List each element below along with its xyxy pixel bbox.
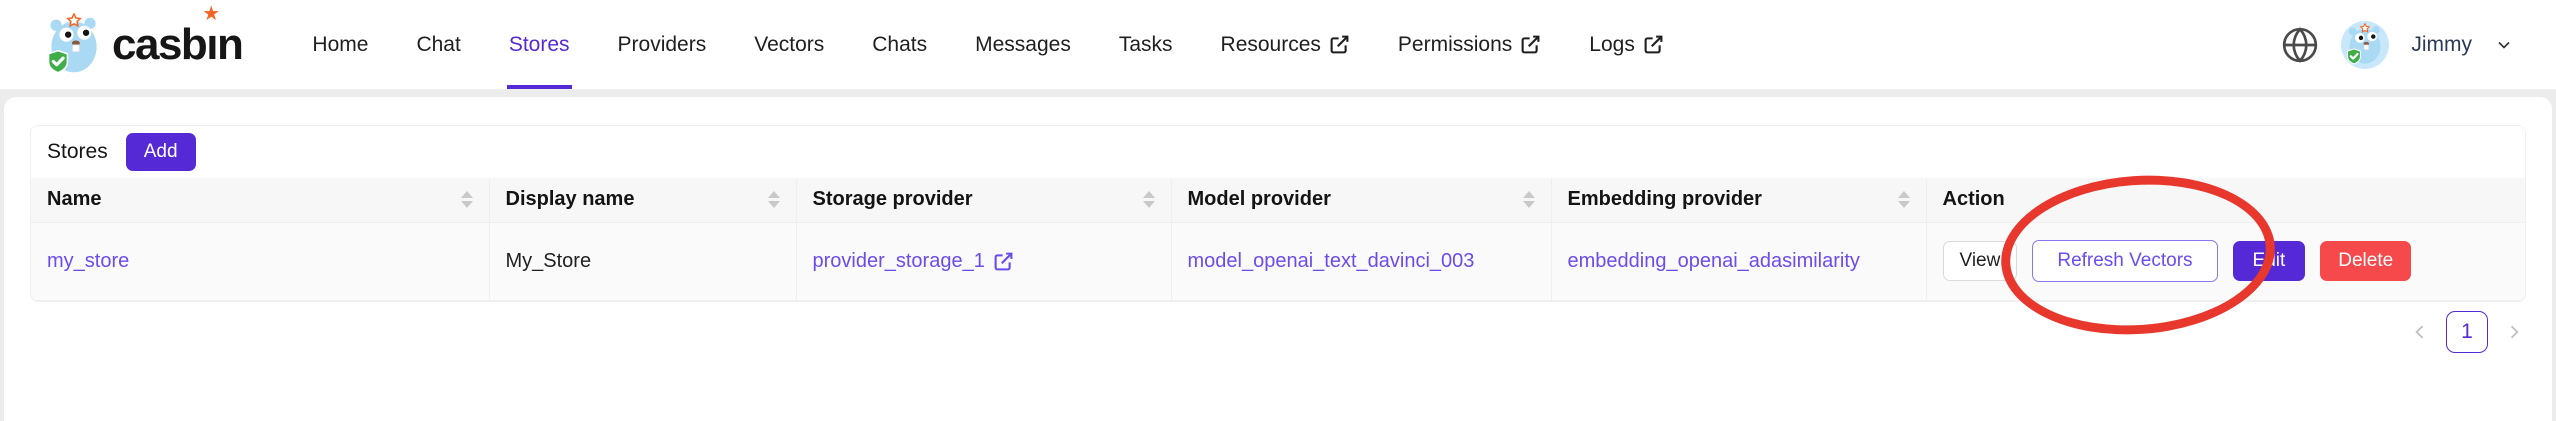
table-header-row: Name Display name Storage provider Model… (31, 178, 2525, 222)
cell-embedding-provider: embedding_openai_adasimilarity (1551, 222, 1926, 300)
external-link-icon (1520, 34, 1541, 55)
cell-name: my_store (31, 222, 489, 300)
sort-icons[interactable] (1898, 191, 1910, 208)
external-link-icon (993, 251, 1014, 272)
column-label: Model provider (1188, 188, 1331, 211)
header-right: Jimmy (2281, 21, 2514, 69)
nav-item-label: Permissions (1398, 33, 1512, 57)
brand-name: casb★ın (112, 23, 242, 67)
user-avatar[interactable] (2341, 21, 2389, 69)
chevron-down-icon[interactable] (2494, 35, 2514, 55)
prev-page-icon[interactable] (2410, 322, 2430, 342)
add-button[interactable]: Add (126, 133, 196, 171)
next-page-icon[interactable] (2504, 322, 2524, 342)
nav-item-resources[interactable]: Resources (1197, 0, 1374, 89)
nav-item-label: Chat (416, 33, 460, 57)
logo-star-icon: ★ (202, 4, 218, 24)
sort-icons[interactable] (1143, 191, 1155, 208)
nav-item-permissions[interactable]: Permissions (1374, 0, 1565, 89)
nav-item-chats[interactable]: Chats (848, 0, 951, 89)
external-link-icon (1329, 34, 1350, 55)
column-header-name[interactable]: Name (31, 178, 489, 222)
nav-item-providers[interactable]: Providers (594, 0, 731, 89)
pagination: 1 (2410, 311, 2524, 353)
nav-item-label: Home (312, 33, 368, 57)
refresh-vectors-button[interactable]: Refresh Vectors (2032, 240, 2217, 282)
sort-icons[interactable] (461, 191, 473, 208)
edit-button[interactable]: Edit (2233, 241, 2306, 281)
nav-item-label: Vectors (754, 33, 824, 57)
nav-item-vectors[interactable]: Vectors (730, 0, 848, 89)
nav-item-label: Resources (1221, 33, 1321, 57)
sort-icons[interactable] (1523, 191, 1535, 208)
store-name-link[interactable]: my_store (47, 250, 129, 273)
column-header-display-name[interactable]: Display name (489, 178, 796, 222)
nav-item-messages[interactable]: Messages (951, 0, 1095, 89)
column-header-action: Action (1926, 178, 2525, 222)
nav-item-stores[interactable]: Stores (485, 0, 594, 89)
column-header-storage-provider[interactable]: Storage provider (796, 178, 1171, 222)
delete-button[interactable]: Delete (2320, 241, 2411, 281)
nav-item-label: Logs (1589, 33, 1635, 57)
embedding-provider-link[interactable]: embedding_openai_adasimilarity (1568, 250, 1860, 273)
table-toolbar: Stores Add (31, 126, 2525, 178)
cell-storage-provider: provider_storage_1 (796, 222, 1171, 300)
nav-item-label: Stores (509, 33, 570, 57)
top-navbar: casb★ın Home Chat Stores Providers Vecto… (0, 0, 2556, 90)
nav-item-tasks[interactable]: Tasks (1095, 0, 1197, 89)
sort-icons[interactable] (768, 191, 780, 208)
username[interactable]: Jimmy (2411, 33, 2472, 57)
view-button[interactable]: View (1943, 241, 2018, 281)
content-panel: Stores Add Name Display name Storage pro… (4, 97, 2552, 421)
column-label: Action (1943, 188, 2005, 211)
cell-display-name: My_Store (489, 222, 796, 300)
page-number-button[interactable]: 1 (2446, 311, 2488, 353)
casbin-logo[interactable]: casb★ın (42, 13, 242, 77)
nav-item-logs[interactable]: Logs (1565, 0, 1688, 89)
language-globe-icon[interactable] (2281, 26, 2319, 64)
nav-item-label: Messages (975, 33, 1071, 57)
nav-item-home[interactable]: Home (288, 0, 392, 89)
nav-item-label: Chats (872, 33, 927, 57)
external-link-icon (1643, 34, 1664, 55)
column-label: Storage provider (813, 188, 973, 211)
page-title: Stores (47, 140, 108, 164)
nav-item-label: Providers (618, 33, 707, 57)
nav-item-chat[interactable]: Chat (392, 0, 484, 89)
column-label: Embedding provider (1568, 188, 1762, 211)
column-header-model-provider[interactable]: Model provider (1171, 178, 1551, 222)
casbin-mascot-icon (42, 13, 106, 77)
main-nav: Home Chat Stores Providers Vectors Chats… (288, 0, 1687, 89)
table-row: my_store My_Store provider_storage_1 mod… (31, 222, 2525, 300)
cell-action: View Refresh Vectors Edit Delete (1926, 222, 2525, 300)
storage-provider-link[interactable]: provider_storage_1 (813, 250, 1014, 273)
column-label: Display name (506, 188, 635, 211)
stores-table-card: Stores Add Name Display name Storage pro… (30, 125, 2526, 302)
column-label: Name (47, 188, 101, 211)
column-header-embedding-provider[interactable]: Embedding provider (1551, 178, 1926, 222)
cell-model-provider: model_openai_text_davinci_003 (1171, 222, 1551, 300)
nav-item-label: Tasks (1119, 33, 1173, 57)
avatar-mascot-icon (2343, 23, 2387, 67)
storage-provider-text: provider_storage_1 (813, 250, 985, 273)
display-name-text: My_Store (506, 250, 592, 272)
model-provider-link[interactable]: model_openai_text_davinci_003 (1188, 250, 1475, 273)
stores-table: Name Display name Storage provider Model… (31, 178, 2525, 301)
